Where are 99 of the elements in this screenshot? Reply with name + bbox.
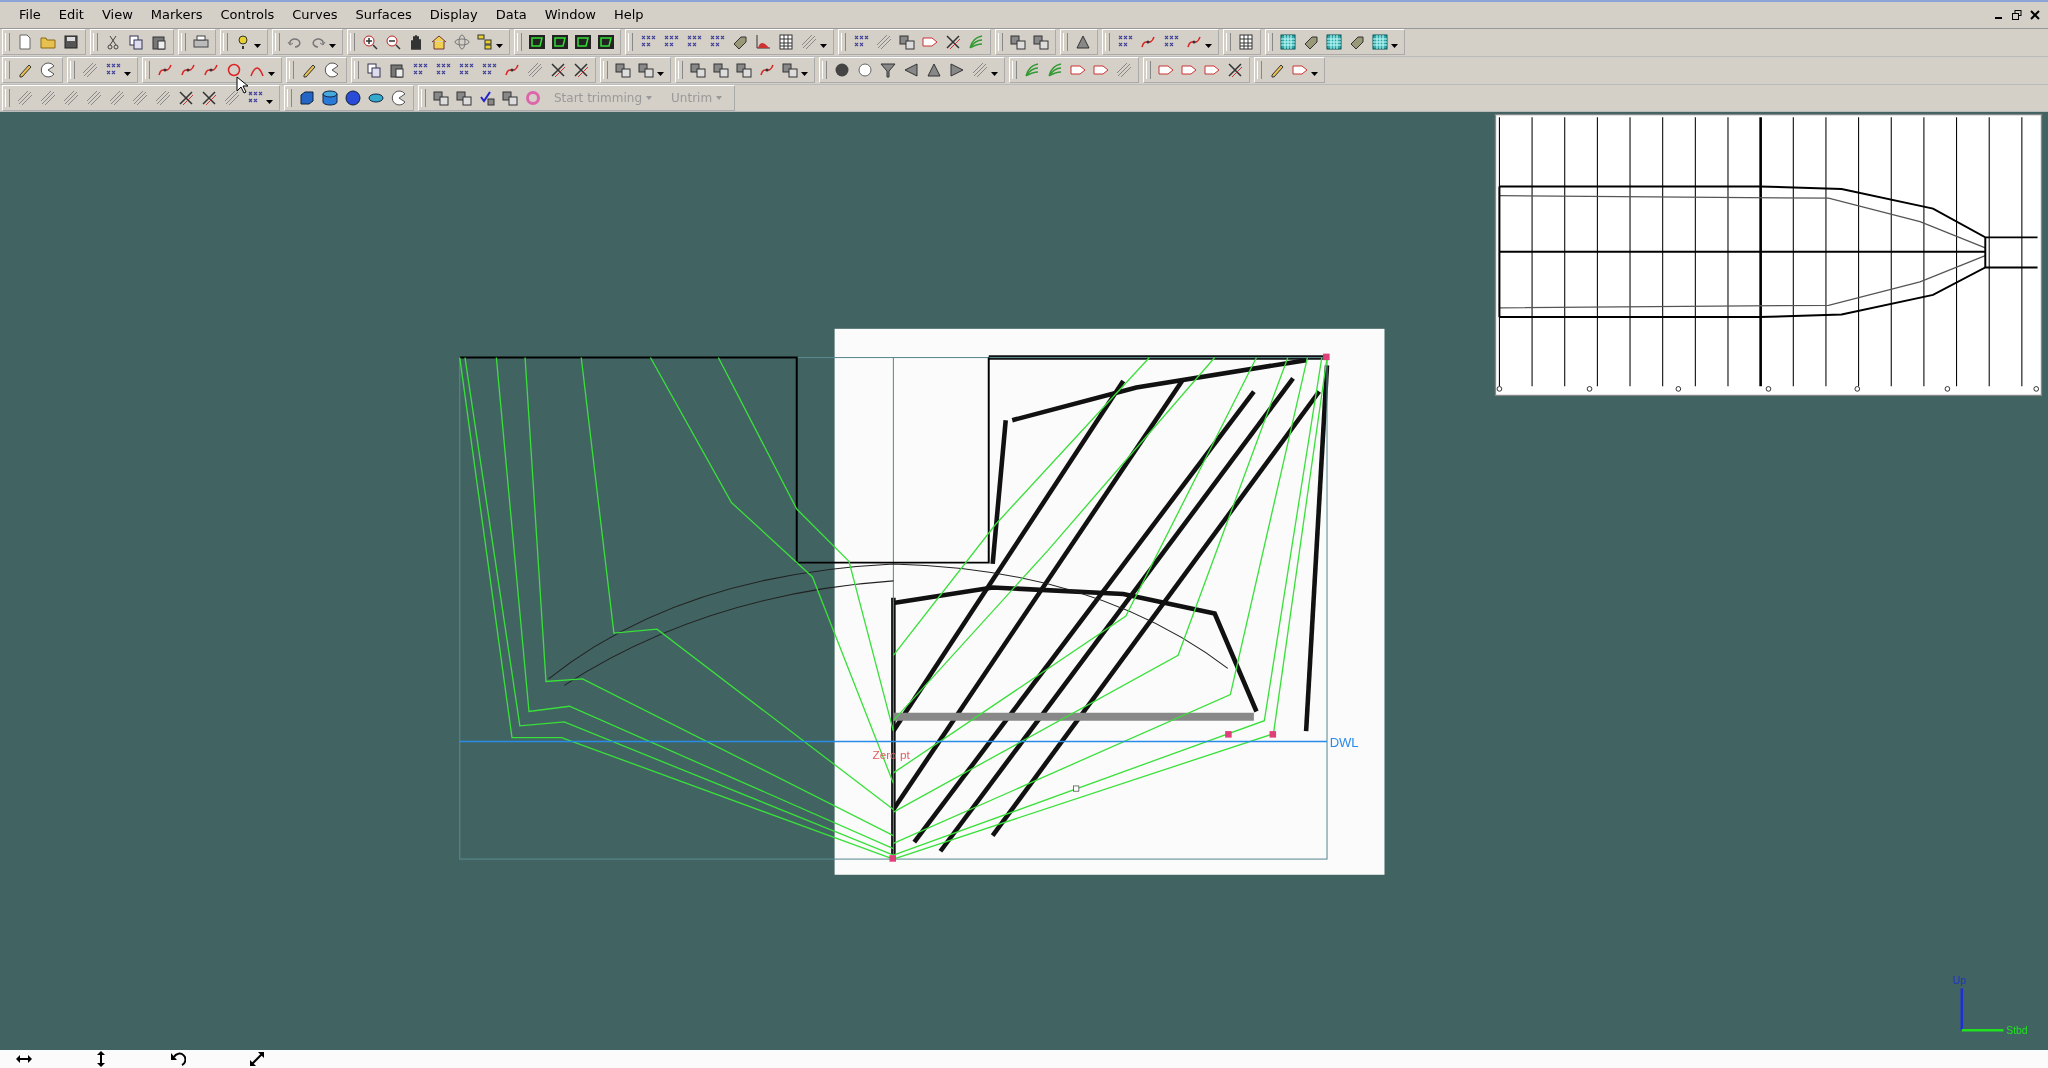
- cylinder-icon[interactable]: [322, 89, 338, 106]
- layers-icon[interactable]: [736, 62, 752, 79]
- caret-icon[interactable]: [991, 72, 998, 77]
- hand-icon[interactable]: [408, 34, 424, 51]
- tree-icon[interactable]: [477, 34, 493, 51]
- crossed-lines-icon[interactable]: [945, 34, 961, 51]
- caret-icon[interactable]: [1311, 72, 1318, 77]
- cube-icon[interactable]: [299, 89, 315, 106]
- sphere-icon[interactable]: [345, 89, 361, 106]
- caret-icon[interactable]: [1391, 44, 1398, 49]
- starboard-axis-label: Stbd: [2006, 1025, 2028, 1037]
- caret-icon[interactable]: [124, 72, 131, 77]
- layers-icon[interactable]: [782, 62, 798, 79]
- display-mode-icon[interactable]: [552, 34, 568, 51]
- layers-icon[interactable]: [638, 62, 654, 79]
- close-icon[interactable]: [2030, 9, 2040, 20]
- caret-icon[interactable]: [329, 44, 336, 49]
- grid-icon[interactable]: [1372, 34, 1388, 51]
- triangle-icon[interactable]: [1075, 34, 1091, 51]
- tag-icon[interactable]: [1303, 34, 1319, 51]
- horizontal-arrows-icon[interactable]: [16, 1054, 32, 1065]
- crossed-lines-icon[interactable]: [1227, 62, 1243, 79]
- layers-icon[interactable]: [713, 62, 729, 79]
- copy-icon[interactable]: [366, 62, 382, 79]
- crossed-lines-icon[interactable]: [550, 62, 566, 79]
- caret-icon[interactable]: [1205, 44, 1212, 49]
- clipboard-icon[interactable]: [389, 62, 405, 79]
- pencil-icon[interactable]: [1269, 62, 1285, 79]
- sphere-icon[interactable]: [834, 62, 850, 79]
- copy-icon[interactable]: [128, 34, 144, 51]
- crossed-lines-icon[interactable]: [201, 89, 217, 106]
- menu-item[interactable]: Window: [537, 5, 603, 25]
- menu-item[interactable]: Data: [488, 5, 534, 25]
- layers-icon[interactable]: [899, 34, 915, 51]
- caret-icon[interactable]: [801, 72, 808, 77]
- layers-icon[interactable]: [502, 89, 518, 106]
- layers-icon[interactable]: [1010, 34, 1026, 51]
- display-mode-icon[interactable]: [575, 34, 591, 51]
- pie-icon[interactable]: [324, 62, 340, 79]
- menu-item[interactable]: Edit: [51, 5, 91, 25]
- layers-icon[interactable]: [615, 62, 631, 79]
- orbit-icon[interactable]: [454, 34, 470, 51]
- page-icon[interactable]: [17, 34, 33, 51]
- caret-icon: [646, 96, 653, 101]
- menu-item[interactable]: File: [12, 5, 48, 25]
- help-icon[interactable]: [235, 34, 251, 51]
- restore-icon[interactable]: [2012, 9, 2022, 20]
- pencil-icon[interactable]: [301, 62, 317, 79]
- layers-icon[interactable]: [1033, 34, 1049, 51]
- triangle-icon[interactable]: [926, 62, 942, 79]
- menu-item[interactable]: Controls: [213, 5, 282, 25]
- menu-item[interactable]: View: [94, 5, 140, 25]
- grid-icon[interactable]: [1326, 34, 1342, 51]
- display-mode-icon[interactable]: [529, 34, 545, 51]
- vertical-arrows-icon[interactable]: [96, 1051, 106, 1068]
- tag-icon[interactable]: [732, 34, 748, 51]
- chart-icon[interactable]: [755, 34, 771, 51]
- caret-icon[interactable]: [254, 44, 261, 49]
- caret-icon[interactable]: [496, 44, 503, 49]
- caret-icon[interactable]: [266, 99, 273, 104]
- scissors-icon[interactable]: [105, 34, 121, 51]
- triangle-icon[interactable]: [949, 62, 965, 79]
- caret-icon[interactable]: [657, 72, 664, 77]
- circle-icon[interactable]: [226, 62, 242, 79]
- home-icon[interactable]: [431, 34, 447, 51]
- circle-outline-icon[interactable]: [857, 62, 873, 79]
- up-axis-label: Up: [1952, 975, 1966, 987]
- caret-icon: [716, 96, 723, 101]
- tag-icon[interactable]: [1349, 34, 1365, 51]
- pie-icon[interactable]: [391, 89, 407, 106]
- menu-item[interactable]: Curves: [285, 5, 345, 25]
- menu-item[interactable]: Help: [607, 5, 651, 25]
- crossed-lines-icon[interactable]: [178, 89, 194, 106]
- menu-item[interactable]: Markers: [143, 5, 210, 25]
- table-icon[interactable]: [1238, 34, 1254, 51]
- layers-icon[interactable]: [433, 89, 449, 106]
- layers-icon[interactable]: [456, 89, 472, 106]
- grid-icon[interactable]: [1280, 34, 1296, 51]
- menu-item[interactable]: Display: [422, 5, 485, 25]
- clipboard-icon[interactable]: [151, 34, 167, 51]
- printer-icon[interactable]: [193, 34, 209, 51]
- rotate-icon[interactable]: [170, 1052, 186, 1067]
- waterline-label: DWL: [1329, 735, 1359, 751]
- zoom-in-icon[interactable]: [362, 34, 378, 51]
- triangle-icon[interactable]: [903, 62, 919, 79]
- axis-indicator: [1960, 988, 2004, 1032]
- zoom-out-icon[interactable]: [385, 34, 401, 51]
- menu-item[interactable]: Surfaces: [348, 5, 419, 25]
- caret-icon[interactable]: [268, 72, 275, 77]
- crossed-lines-icon[interactable]: [573, 62, 589, 79]
- caret-icon[interactable]: [820, 44, 827, 49]
- diagonal-arrows-icon[interactable]: [250, 1052, 264, 1067]
- pencil-icon[interactable]: [17, 62, 33, 79]
- table-icon[interactable]: [778, 34, 794, 51]
- check-icon[interactable]: [479, 89, 495, 106]
- funnel-icon[interactable]: [880, 62, 896, 79]
- display-mode-icon[interactable]: [598, 34, 614, 51]
- pie-icon[interactable]: [40, 62, 56, 79]
- layers-icon[interactable]: [690, 62, 706, 79]
